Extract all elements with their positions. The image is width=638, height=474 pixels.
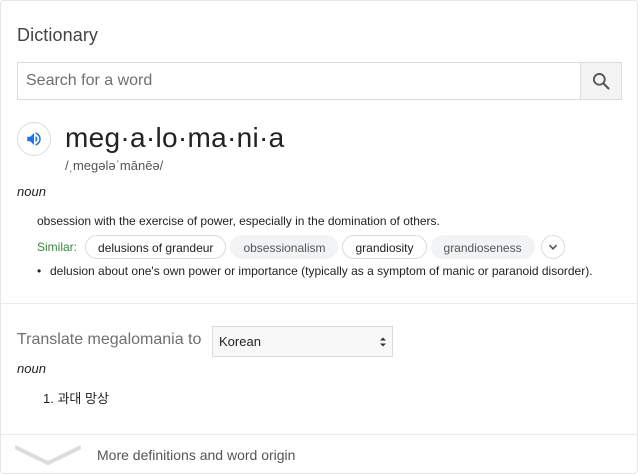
speaker-icon [27,132,41,146]
definition-2: • delusion about one's own power or impo… [37,264,597,279]
expand-similar-button[interactable] [540,235,565,259]
phonetic-spelling: /ˌmeɡələˈmānēə/ [65,158,164,173]
dictionary-card: Dictionary meg·a·lo·ma·ni·a /ˌmeɡələˈmān… [0,0,638,474]
language-select-value: Korean [219,334,261,349]
similar-chip[interactable]: delusions of grandeur [85,235,227,259]
similar-words-row: Similar: delusions of grandeur obsession… [37,234,565,260]
chevron-down-icon [15,445,81,466]
headword: meg·a·lo·ma·ni·a [65,122,285,153]
similar-label: Similar: [37,240,78,254]
card-title: Dictionary [17,25,99,45]
more-definitions-link[interactable]: More definitions and word origin [15,441,295,469]
language-select[interactable]: Korean [212,326,393,357]
translation-item: 1. 과대 망상 [43,388,109,407]
search-icon [593,73,610,90]
select-arrows-icon [380,337,386,347]
divider [1,434,637,435]
chevron-down-icon [548,244,557,250]
translation-text: 과대 망상 [57,391,109,406]
search-box [17,62,622,100]
similar-chip[interactable]: grandioseness [430,235,535,259]
part-of-speech: noun [17,184,46,199]
translation-part-of-speech: noun [17,361,46,376]
similar-chip[interactable]: grandiosity [342,235,427,259]
search-input[interactable] [18,63,580,99]
more-definitions-label: More definitions and word origin [97,447,296,463]
search-button[interactable] [580,63,621,99]
translate-label: Translate megalomania to [17,331,202,348]
divider [1,303,637,304]
translation-number: 1. [43,391,54,406]
bullet: • [37,264,42,278]
pronunciation-button[interactable] [17,122,51,156]
definition-2-text: delusion about one's own power or import… [50,264,593,278]
definition-1: obsession with the exercise of power, es… [37,214,440,228]
similar-chip[interactable]: obsessionalism [230,235,339,259]
